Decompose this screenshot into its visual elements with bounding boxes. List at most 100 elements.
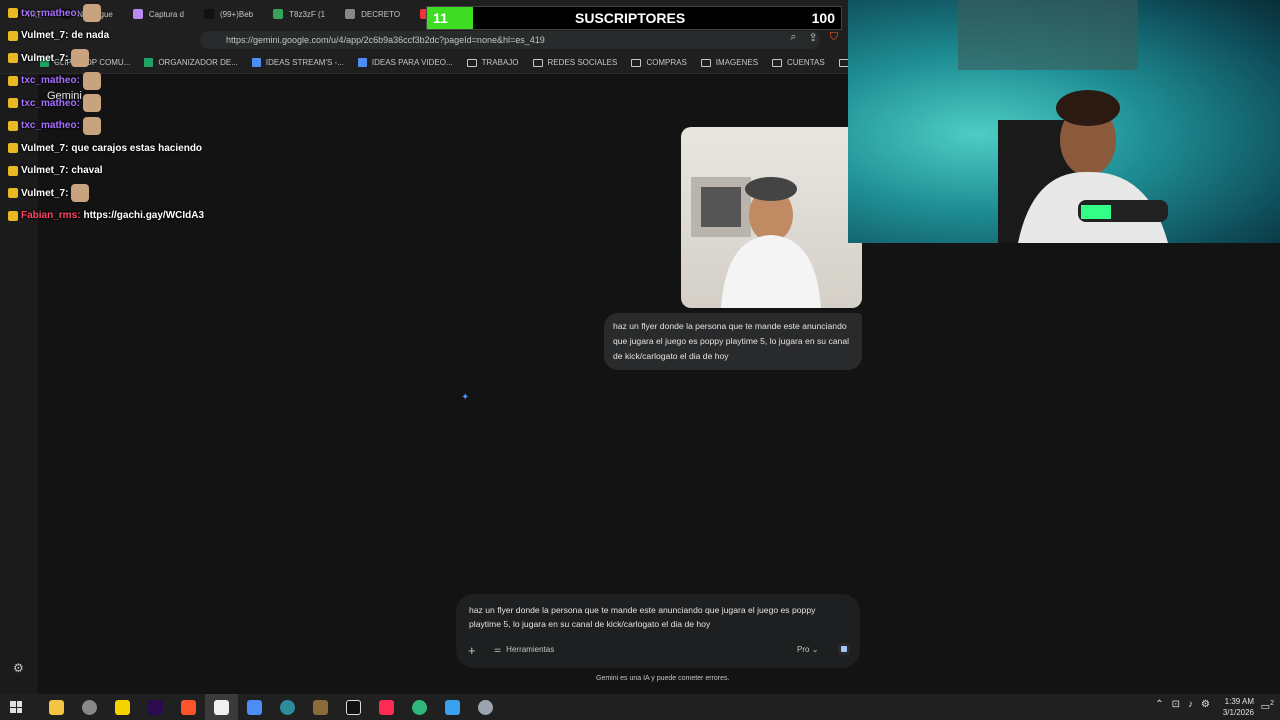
chat-username: txc_matheo:	[21, 97, 80, 109]
brave-icon[interactable]	[172, 694, 205, 720]
chat-badge-icon	[8, 98, 18, 109]
model-label: Pro	[797, 645, 810, 654]
tools-button[interactable]: ⚌ Herramientas	[494, 645, 554, 654]
chat-emote-icon	[82, 116, 101, 135]
url-actions: ⌕ ⇪ ⛉	[790, 31, 838, 44]
bookmark-item[interactable]: REDES SOCIALES	[532, 58, 618, 67]
url-field[interactable]: https://gemini.google.com/u/4/app/2c6b9a…	[200, 31, 820, 49]
notepad-icon[interactable]	[205, 694, 238, 720]
subscriber-goal-bar: 11 SUSCRIPTORES 100	[426, 6, 842, 30]
obs-icon[interactable]	[271, 694, 304, 720]
chat-badge-icon	[8, 53, 18, 64]
bookmark-item[interactable]: CUENTAS	[772, 58, 825, 67]
chrome-icon[interactable]	[73, 694, 106, 720]
folder-icon	[838, 58, 848, 67]
chat-username: Vulmet_7:	[21, 187, 69, 199]
chat-message: Vulmet_7:	[8, 47, 288, 70]
settings-app-icon[interactable]	[469, 694, 502, 720]
minecraft-icon[interactable]	[304, 694, 337, 720]
clock-date: 3/1/2026	[1222, 708, 1254, 717]
uploaded-photo[interactable]	[681, 127, 862, 308]
file-explorer-icon[interactable]	[40, 694, 73, 720]
taskbar-clock[interactable]: 1:39 AM 3/1/2026	[1223, 696, 1254, 718]
sticky-notes-icon[interactable]	[106, 694, 139, 720]
share-icon[interactable]: ⇪	[809, 31, 818, 44]
prompt-composer[interactable]: haz un flyer donde la persona que te man…	[456, 594, 860, 668]
edge-icon[interactable]	[403, 694, 436, 720]
volume-icon[interactable]: ♪	[1188, 699, 1193, 710]
chat-badge-icon	[8, 188, 18, 199]
chat-message: Vulmet_7: chaval	[8, 160, 288, 183]
chat-emote-icon	[82, 4, 101, 23]
user-message-bubble: haz un flyer donde la persona que te man…	[604, 313, 862, 370]
gear-tray-icon[interactable]: ⚙	[1201, 699, 1210, 710]
bookmark-item[interactable]: COMPRAS	[631, 58, 687, 67]
tab-favicon-icon	[345, 9, 356, 19]
disclaimer: Gemini es una IA y puede cometer errores…	[596, 675, 730, 682]
gear-icon[interactable]: ⚙	[13, 661, 24, 675]
chat-emote-icon	[71, 184, 90, 203]
subscriber-label: SUSCRIPTORES	[575, 10, 686, 26]
network-icon[interactable]: ⊡	[1172, 699, 1180, 710]
bookmark-label: IMAGENES	[715, 58, 759, 67]
add-icon[interactable]: +	[468, 643, 476, 658]
clock-time: 1:39 AM	[1224, 697, 1254, 706]
chat-message: txc_matheo:	[8, 115, 288, 138]
photos-icon[interactable]	[436, 694, 469, 720]
notification-count: 2	[1270, 700, 1274, 707]
chat-message: txc_matheo:	[8, 2, 288, 25]
sliders-icon: ⚌	[494, 645, 502, 654]
system-tray: ⌃ ⊡ ♪ ⚙	[1155, 699, 1210, 710]
brave-shield-icon[interactable]: ⛉	[830, 31, 838, 44]
chat-username: Vulmet_7:	[21, 142, 69, 154]
bookmark-item[interactable]: IMAGENES	[700, 58, 759, 67]
chat-emote-icon	[82, 71, 101, 90]
tools-label: Herramientas	[506, 645, 555, 654]
subscriber-count: 11	[433, 10, 448, 26]
subscriber-goal: 100	[811, 10, 835, 26]
bookmark-item[interactable]: IDEAS PARA VIDEO...	[357, 58, 453, 67]
chat-badge-icon	[8, 8, 18, 19]
notification-icon[interactable]: ▭2	[1261, 700, 1274, 712]
bookmark-item[interactable]: IA	[838, 58, 848, 67]
chat-message: Vulmet_7: de nada	[8, 25, 288, 48]
tab-label: T8z3zF (1	[289, 9, 326, 19]
chat-text: de nada	[71, 30, 110, 42]
bookmark-label: TRABAJO	[481, 58, 519, 67]
chat-text: https://gachi.gay/WCIdA3	[83, 210, 205, 222]
chat-username: txc_matheo:	[21, 7, 80, 19]
chat-badge-icon	[8, 165, 18, 176]
tab-label: DECRETO	[361, 9, 401, 19]
sparkle-loading-icon: ✦	[461, 392, 470, 403]
chat-username: txc_matheo:	[21, 120, 80, 132]
bookmark-label: REDES SOCIALES	[547, 58, 618, 67]
folder-icon	[631, 58, 642, 67]
chat-username: Vulmet_7:	[21, 165, 69, 177]
chat-username: txc_matheo:	[21, 75, 80, 87]
bookmark-label: CUENTAS	[787, 58, 825, 67]
model-selector[interactable]: Pro ⌄	[797, 645, 818, 654]
windows-start-icon[interactable]	[10, 701, 22, 713]
bookmark-item[interactable]: TRABAJO	[466, 58, 519, 67]
folder-icon	[466, 58, 477, 67]
chat-message: txc_matheo:	[8, 70, 288, 93]
chat-emote-icon	[82, 94, 101, 113]
prompt-input[interactable]: haz un flyer donde la persona que te man…	[469, 603, 839, 631]
folder-icon	[700, 58, 711, 67]
capcut-icon[interactable]	[337, 694, 370, 720]
tiktok-icon[interactable]	[370, 694, 403, 720]
chat-message: Vulmet_7:	[8, 182, 288, 205]
folder-icon	[532, 58, 543, 67]
zoom-icon[interactable]: ⌕	[790, 31, 796, 44]
chat-message: Fabian_rms: https://gachi.gay/WCIdA3	[8, 205, 288, 228]
premiere-icon[interactable]	[139, 694, 172, 720]
docs-icon[interactable]	[238, 694, 271, 720]
chat-badge-icon	[8, 30, 18, 41]
chat-username: Vulmet_7:	[21, 52, 69, 64]
chevron-up-icon[interactable]: ⌃	[1155, 699, 1163, 710]
windows-taskbar: ⌃ ⊡ ♪ ⚙ 1:39 AM 3/1/2026 ▭2	[0, 694, 1280, 720]
user-message-text: haz un flyer donde la persona que te man…	[613, 321, 850, 361]
chat-message: Vulmet_7: que carajos estas haciendo	[8, 137, 288, 160]
stop-button[interactable]	[838, 643, 850, 655]
browser-tab[interactable]: DECRETO	[335, 0, 410, 28]
